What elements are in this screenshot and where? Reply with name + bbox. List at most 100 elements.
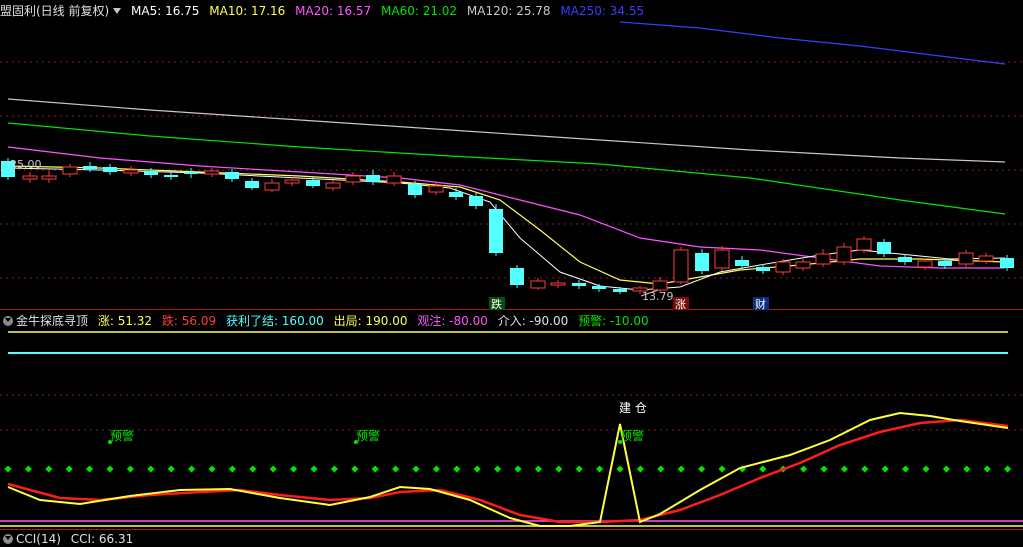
- warning-dot: [963, 465, 971, 473]
- candle-body: [1000, 258, 1014, 268]
- price-high-label: 25.00: [10, 158, 42, 171]
- ma5-line: [7, 167, 1006, 291]
- warning-dot: [473, 465, 481, 473]
- candle-body: [836, 246, 852, 263]
- candle-body: [735, 260, 749, 266]
- svg-text:预警: 预警: [620, 428, 644, 443]
- candle-body: [714, 249, 730, 269]
- candle-body: [775, 261, 791, 273]
- svg-text:预警: 预警: [110, 428, 134, 443]
- warning-dot: [840, 465, 848, 473]
- candle-body: [204, 170, 220, 175]
- warning-dot: [494, 465, 502, 473]
- warning-dot: [330, 465, 338, 473]
- candle-body: [877, 242, 891, 254]
- candle-body: [856, 238, 872, 251]
- ma20-line: [7, 146, 1005, 269]
- candle-body: [489, 209, 503, 253]
- warning-dot: [167, 465, 175, 473]
- candle-body: [898, 257, 912, 262]
- warning-dot: [412, 465, 420, 473]
- warning-dot: [759, 465, 767, 473]
- warning-dot: [983, 465, 991, 473]
- warning-dot: [820, 465, 828, 473]
- warning-dot: [65, 465, 73, 473]
- candle-body: [592, 286, 606, 289]
- warning-dot: [555, 465, 563, 473]
- candle-body: [184, 172, 198, 174]
- warning-dot: [208, 465, 216, 473]
- warning-dot: [4, 465, 12, 473]
- candle-body: [958, 252, 974, 265]
- warning-dot: [290, 465, 298, 473]
- candle-body: [386, 175, 402, 184]
- stock-chart[interactable]: 25.00 13.79 跌 涨 财 预警 预警 预警 建 仓: [0, 0, 1023, 540]
- marker-rise: 涨: [675, 298, 686, 311]
- candle-body: [325, 182, 341, 189]
- candle-body: [469, 196, 483, 206]
- candle-body: [613, 289, 627, 292]
- warn-label-3: 预警: [618, 428, 644, 444]
- build-position-label: 建 仓: [619, 401, 647, 415]
- svg-text:预警: 预警: [356, 428, 380, 443]
- candle-body: [756, 267, 770, 271]
- marker-fall: 跌: [491, 297, 502, 311]
- candle-body: [123, 169, 139, 174]
- warning-dot: [269, 465, 277, 473]
- warning-dot: [45, 465, 53, 473]
- warning-dot: [657, 465, 665, 473]
- warning-dot: [677, 465, 685, 473]
- candlesticks: [1, 158, 1014, 294]
- warning-dot: [351, 465, 359, 473]
- candle-body: [284, 179, 300, 184]
- warning-dot: [718, 465, 726, 473]
- warning-dot: [881, 465, 889, 473]
- warning-dot: [514, 465, 522, 473]
- marker-fin: 财: [755, 297, 766, 311]
- candle-body: [345, 175, 361, 183]
- price-low-label: 13.79: [642, 290, 674, 303]
- indicator-red-line: [7, 418, 1009, 524]
- warning-dot: [1004, 465, 1012, 473]
- warning-dot: [534, 465, 542, 473]
- warn-label-1: 预警: [108, 428, 134, 444]
- candle-body: [530, 280, 546, 289]
- candle-body: [978, 255, 994, 262]
- warning-dot: [106, 465, 114, 473]
- candle-body: [917, 260, 933, 268]
- warning-dot: [636, 465, 644, 473]
- candle-body: [673, 249, 689, 283]
- candle-body: [815, 253, 831, 265]
- candle-body: [366, 175, 380, 182]
- warning-dot: [575, 465, 583, 473]
- ma60-line: [7, 122, 1006, 215]
- candle-body: [652, 280, 668, 291]
- warning-dot: [596, 465, 604, 473]
- warning-dot: [188, 465, 196, 473]
- candle-body: [510, 268, 524, 285]
- warning-dot: [616, 465, 624, 473]
- warning-dot: [371, 465, 379, 473]
- candle-body: [306, 180, 320, 186]
- warning-dot: [228, 465, 236, 473]
- warning-dot: [902, 465, 910, 473]
- candle-body: [795, 261, 811, 269]
- candle-body: [428, 185, 444, 193]
- candle-body: [225, 172, 239, 179]
- warning-dot: [698, 465, 706, 473]
- warning-dot: [392, 465, 400, 473]
- warning-dot: [126, 465, 134, 473]
- candle-body: [938, 261, 952, 266]
- candle-body: [408, 184, 422, 195]
- ma250-line: [619, 21, 1006, 65]
- candle-body: [245, 181, 259, 188]
- candle-body: [41, 175, 57, 180]
- candle-body: [103, 167, 117, 172]
- warning-dot: [800, 465, 808, 473]
- warn-label-2: 预警: [354, 428, 380, 444]
- warning-dot: [922, 465, 930, 473]
- warning-dot: [861, 465, 869, 473]
- candle-body: [449, 192, 463, 197]
- candle-body: [550, 282, 566, 286]
- warning-dot: [432, 465, 440, 473]
